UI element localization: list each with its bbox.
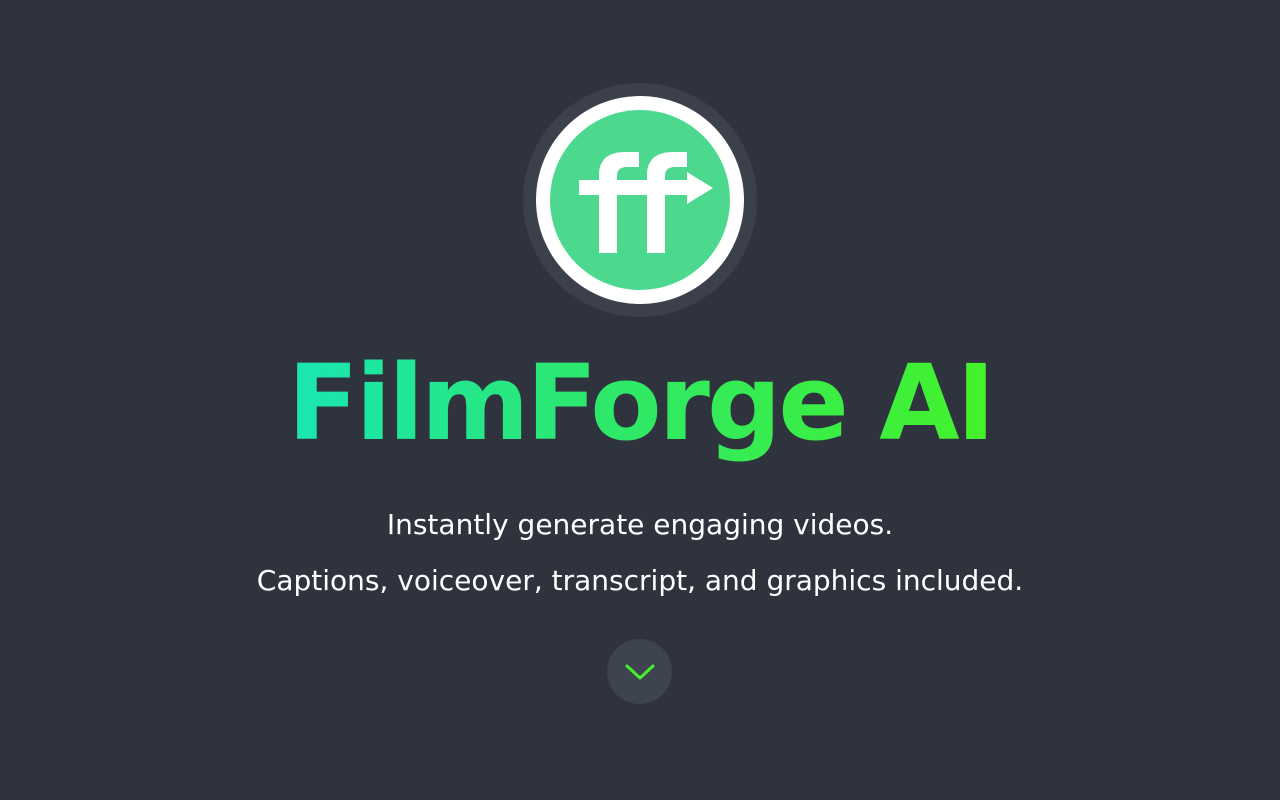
logo-icon bbox=[523, 83, 757, 317]
chevron-down-icon bbox=[625, 664, 654, 679]
brand-name: FilmForge AI bbox=[287, 342, 996, 464]
brand-logo bbox=[523, 83, 757, 317]
scroll-down-button[interactable] bbox=[607, 639, 672, 704]
tagline-line-1: Instantly generate engaging videos. bbox=[386, 508, 894, 541]
tagline-line-2: Captions, voiceover, transcript, and gra… bbox=[256, 564, 1024, 597]
brand-name-heading: FilmForge AI bbox=[0, 338, 1280, 468]
landing-page: FilmForge AI Instantly generate engaging… bbox=[0, 0, 1280, 800]
